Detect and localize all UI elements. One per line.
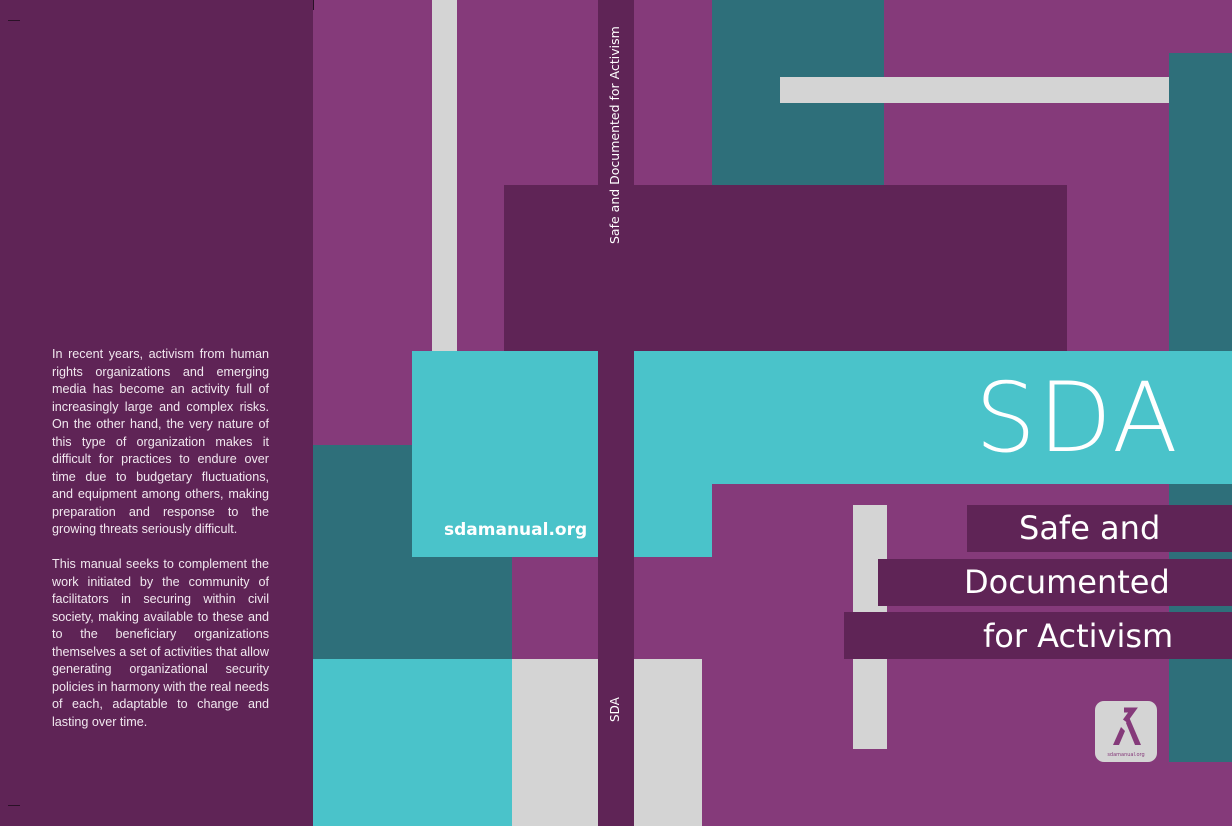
cover-acronym: SDA — [975, 362, 1180, 474]
gray-bar-horizontal-top — [780, 77, 1232, 103]
gray-bar-vertical-left — [432, 0, 457, 352]
crop-mark-top-spine — [313, 0, 314, 10]
crop-mark-bottom-left — [8, 805, 20, 806]
dark-purple-block — [504, 185, 1067, 352]
back-cover-paragraph-1: In recent years, activism from human rig… — [52, 347, 269, 536]
logo-caption: sdamanual.org — [1107, 752, 1145, 758]
spine-acronym: SDA — [608, 697, 622, 722]
sda-logo: sdamanual.org — [1095, 701, 1157, 762]
cover-website: sdamanual.org — [444, 520, 588, 540]
crop-mark-top-left — [8, 20, 20, 21]
title-line-safe-and: Safe and — [1019, 509, 1161, 547]
cyan-block-bottom-left — [313, 659, 512, 826]
back-cover-paragraph-2: This manual seeks to complement the work… — [52, 557, 270, 729]
title-line-documented: Documented — [964, 563, 1170, 601]
title-line-for-activism: for Activism — [983, 617, 1174, 655]
sda-logo-icon — [1113, 707, 1141, 745]
spine-title: Safe and Documented for Activism — [607, 26, 622, 244]
